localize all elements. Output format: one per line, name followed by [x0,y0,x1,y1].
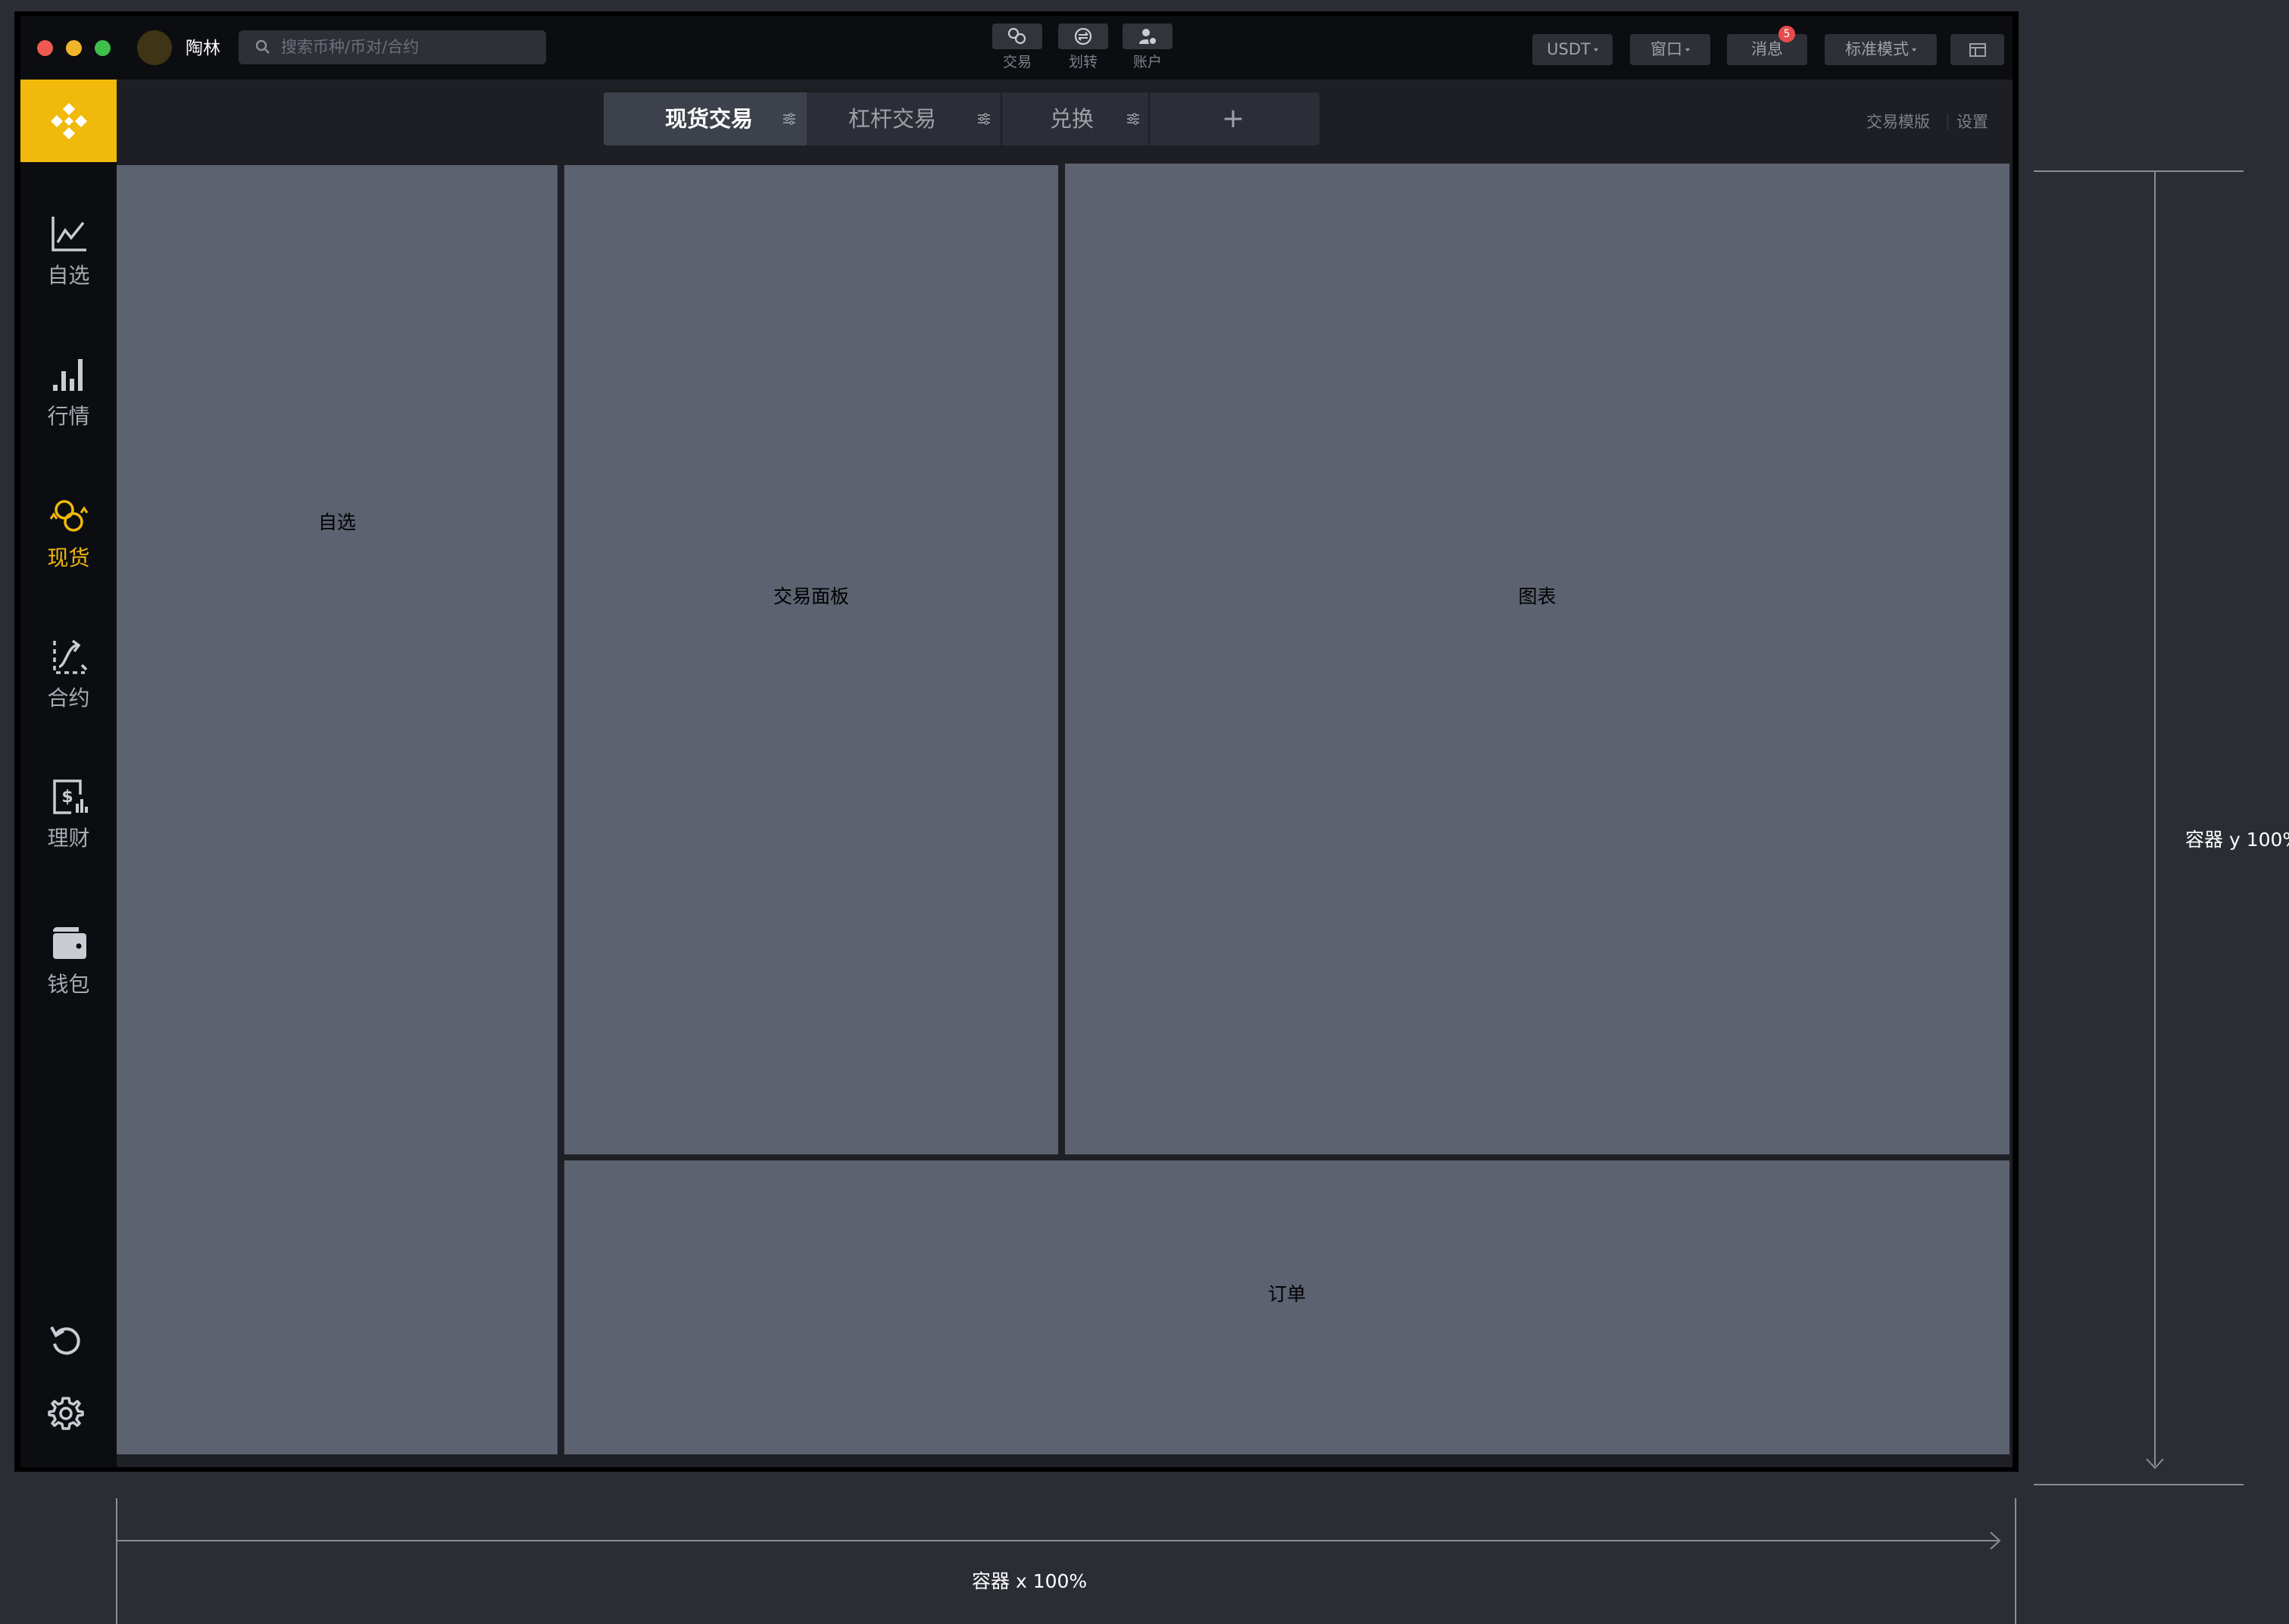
link-divider [1947,114,1948,130]
tab-divider [1001,92,1002,145]
y-dimension-label: 容器 y 100% [2185,829,2289,851]
messages-button[interactable]: 消息 [1727,34,1807,65]
caret-down-icon [1593,48,1598,52]
top-nav-trade[interactable]: 交易 [992,23,1042,72]
futures-icon [52,639,87,674]
currency-select[interactable]: USDT [1532,34,1613,65]
settings-gear-icon[interactable] [47,1394,85,1432]
close-window-button[interactable] [37,40,53,56]
sidebar-item-market[interactable]: 行情 [20,354,117,430]
sidebar-item-futures[interactable]: 合约 [20,636,117,712]
spot-exchange-icon [49,500,88,532]
watchlist-chart-icon [51,217,86,251]
settings-link[interactable]: 设置 [1956,112,1988,132]
sidebar-item-label: 合约 [47,686,90,710]
layout-toggle-button[interactable] [1950,34,2004,65]
tab-settings-sliders-icon[interactable] [782,112,797,126]
sidebar-item-label: 自选 [47,263,90,288]
search-input[interactable]: 搜索币种/币对/合约 [239,30,546,64]
arrow-down-icon [2146,1458,2164,1469]
trade-icon [1007,27,1026,45]
tab-divider [1148,92,1150,145]
currency-select-label: USDT [1547,40,1591,58]
trading-template-link[interactable]: 交易模版 [1866,112,1930,132]
tab-settings-sliders-icon[interactable] [976,112,991,126]
maximize-window-button[interactable] [95,40,111,56]
trade-panel[interactable]: 交易面板 [564,165,1058,1154]
logo[interactable] [20,80,117,162]
top-nav-account[interactable]: 账户 [1123,23,1173,72]
caret-down-icon [1912,48,1916,52]
x-dimension-label: 容器 x 100% [972,1570,1088,1592]
wallet-icon [52,927,86,959]
username: 陶林 [186,39,220,58]
arrow-right-icon [1990,1532,2001,1550]
search-icon [255,39,270,54]
sidebar-item-label: 理财 [47,826,90,851]
y-dimension-line [2154,171,2156,1466]
finance-icon: $ [52,779,88,814]
x-dimension-line [117,1540,1998,1541]
layout-icon [1969,42,1986,57]
sidebar-item-label: 钱包 [47,972,90,997]
top-nav-trade-label: 交易 [1002,54,1032,70]
sidebar-item-finance[interactable]: $ 理财 [20,776,117,852]
refresh-icon[interactable] [47,1321,85,1359]
sidebar-item-watchlist[interactable]: 自选 [20,214,117,289]
top-nav-transfer[interactable]: 划转 [1058,23,1108,72]
mode-select-label: 标准模式 [1845,40,1909,58]
x-extent-right-line [2015,1498,2016,1624]
window-menu-button[interactable]: 窗口 [1630,34,1710,65]
binance-logo-icon [50,102,87,139]
orders-panel[interactable]: 订单 [564,1160,2010,1454]
mode-select[interactable]: 标准模式 [1825,34,1937,65]
top-nav-transfer-label: 划转 [1068,54,1098,70]
chart-panel-label: 图表 [1518,586,1557,607]
svg-text:$: $ [61,788,73,807]
sidebar-item-label: 行情 [47,404,90,429]
minimize-window-button[interactable] [66,40,82,56]
sidebar-item-wallet[interactable]: 钱包 [20,923,117,998]
tab-settings-sliders-icon[interactable] [1126,112,1141,126]
tab-convert[interactable]: 兑换 [1050,92,1094,145]
y-extent-top-line [2034,170,2244,172]
x-extent-left-line [116,1498,117,1624]
account-icon [1139,29,1157,45]
watchlist-panel-label: 自选 [317,511,356,533]
sidebar-item-label: 现货 [47,545,90,570]
chart-panel[interactable]: 图表 [1065,164,2010,1154]
market-bars-icon [52,359,83,391]
messages-count-badge: 5 [1778,26,1795,42]
orders-panel-label: 订单 [1267,1283,1306,1305]
trade-panel-label: 交易面板 [773,586,849,607]
top-nav-account-label: 账户 [1132,54,1162,70]
tab-spot-trading-label: 现货交易 [665,106,754,132]
add-tab-button[interactable]: + [1214,92,1252,145]
caret-down-icon [1685,48,1690,52]
y-extent-bottom-line [2034,1484,2244,1485]
transfer-icon [1074,27,1092,45]
tab-margin-trading[interactable]: 杠杆交易 [848,92,936,145]
sidebar-item-spot[interactable]: 现货 [20,496,117,572]
window-menu-label: 窗口 [1650,40,1682,58]
avatar[interactable] [137,30,172,65]
watchlist-panel[interactable]: 自选 [117,165,557,1454]
